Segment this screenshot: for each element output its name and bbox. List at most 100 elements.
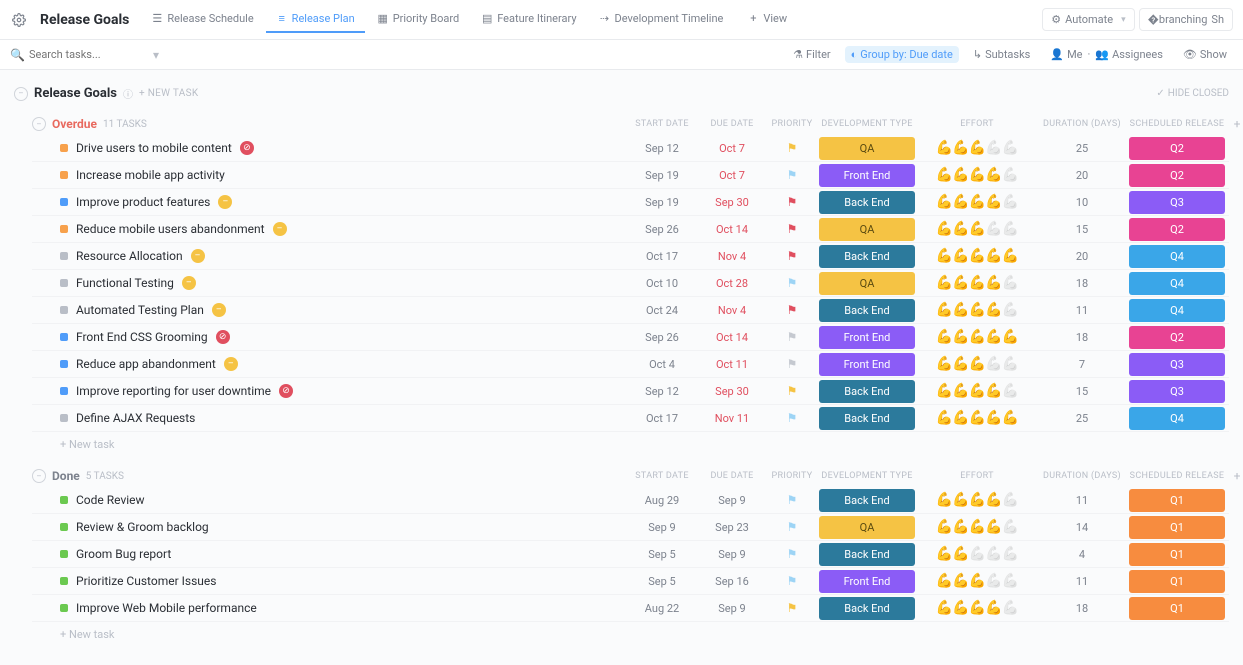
dev-type-badge[interactable]: Front End (819, 326, 915, 349)
task-name[interactable]: Improve product features (76, 195, 210, 209)
priority-flag[interactable]: ⚑ (767, 384, 817, 398)
due-date[interactable]: Nov 4 (697, 304, 767, 317)
start-date[interactable]: Oct 24 (627, 304, 697, 317)
automate-button[interactable]: ⚙Automate (1042, 8, 1134, 31)
group-name[interactable]: Overdue (52, 117, 97, 131)
priority-flag[interactable]: ⚑ (767, 141, 817, 155)
dev-type-badge[interactable]: QA (819, 137, 915, 160)
settings-icon[interactable] (10, 11, 28, 29)
release-badge[interactable]: Q4 (1129, 272, 1225, 295)
tab-release-schedule[interactable]: ☰Release Schedule (141, 6, 263, 33)
table-row[interactable]: Prioritize Customer IssuesSep 5Sep 16⚑Fr… (32, 568, 1229, 595)
subtasks-button[interactable]: ↳Subtasks (967, 46, 1037, 63)
release-badge[interactable]: Q1 (1129, 516, 1225, 539)
effort-cell[interactable]: 💪💪💪💪💪 (917, 275, 1037, 291)
group-by-button[interactable]: ◐Group by: Due date (845, 46, 959, 63)
release-badge[interactable]: Q1 (1129, 489, 1225, 512)
start-date[interactable]: Sep 12 (627, 385, 697, 398)
release-badge[interactable]: Q4 (1129, 299, 1225, 322)
release-badge[interactable]: Q3 (1129, 380, 1225, 403)
dev-type-badge[interactable]: QA (819, 218, 915, 241)
dev-type-badge[interactable]: Back End (819, 543, 915, 566)
task-name[interactable]: Drive users to mobile content (76, 141, 232, 155)
start-date[interactable]: Aug 22 (627, 602, 697, 615)
start-date[interactable]: Oct 17 (627, 412, 697, 425)
release-badge[interactable]: Q2 (1129, 164, 1225, 187)
due-date[interactable]: Sep 9 (697, 494, 767, 507)
table-row[interactable]: Define AJAX RequestsOct 17Nov 11⚑Back En… (32, 405, 1229, 432)
table-row[interactable]: Increase mobile app activitySep 19Oct 7⚑… (32, 162, 1229, 189)
status-square[interactable] (60, 198, 68, 206)
duration[interactable]: 11 (1037, 304, 1127, 317)
dev-type-badge[interactable]: QA (819, 272, 915, 295)
release-badge[interactable]: Q2 (1129, 218, 1225, 241)
due-date[interactable]: Sep 9 (697, 548, 767, 561)
share-button[interactable]: �branchingSh (1139, 8, 1233, 31)
duration[interactable]: 4 (1037, 548, 1127, 561)
status-square[interactable] (60, 252, 68, 260)
release-badge[interactable]: Q3 (1129, 353, 1225, 376)
chevron-down-icon[interactable]: ▾ (153, 48, 159, 62)
dev-type-badge[interactable]: Front End (819, 164, 915, 187)
collapse-icon[interactable]: – (14, 87, 28, 101)
priority-flag[interactable]: ⚑ (767, 222, 817, 236)
effort-cell[interactable]: 💪💪💪💪💪 (917, 383, 1037, 399)
effort-cell[interactable]: 💪💪💪💪💪 (917, 519, 1037, 535)
status-square[interactable] (60, 360, 68, 368)
due-date[interactable]: Oct 14 (697, 223, 767, 236)
duration[interactable]: 25 (1037, 412, 1127, 425)
task-name[interactable]: Prioritize Customer Issues (76, 574, 216, 588)
start-date[interactable]: Aug 29 (627, 494, 697, 507)
tab-development-timeline[interactable]: ⇢Development Timeline (589, 6, 734, 33)
new-task-row[interactable]: + New task (32, 622, 1229, 641)
group-name[interactable]: Done (52, 469, 80, 483)
table-row[interactable]: Drive users to mobile content⊘Sep 12Oct … (32, 135, 1229, 162)
table-row[interactable]: Improve product features–Sep 19Sep 30⚑Ba… (32, 189, 1229, 216)
effort-cell[interactable]: 💪💪💪💪💪 (917, 221, 1037, 237)
due-date[interactable]: Sep 16 (697, 575, 767, 588)
start-date[interactable]: Sep 26 (627, 331, 697, 344)
table-row[interactable]: Improve Web Mobile performanceAug 22Sep … (32, 595, 1229, 622)
duration[interactable]: 11 (1037, 575, 1127, 588)
start-date[interactable]: Oct 4 (627, 358, 697, 371)
release-badge[interactable]: Q1 (1129, 570, 1225, 593)
table-row[interactable]: Front End CSS Grooming⊘Sep 26Oct 14⚑Fron… (32, 324, 1229, 351)
start-date[interactable]: Sep 19 (627, 169, 697, 182)
effort-cell[interactable]: 💪💪💪💪💪 (917, 329, 1037, 345)
search-input[interactable] (29, 48, 149, 61)
table-row[interactable]: Reduce mobile users abandonment–Sep 26Oc… (32, 216, 1229, 243)
effort-cell[interactable]: 💪💪💪💪💪 (917, 573, 1037, 589)
table-row[interactable]: Groom Bug reportSep 5Sep 9⚑Back End💪💪💪💪💪… (32, 541, 1229, 568)
start-date[interactable]: Sep 26 (627, 223, 697, 236)
add-column-button[interactable]: + (1227, 469, 1243, 483)
release-badge[interactable]: Q1 (1129, 597, 1225, 620)
task-name[interactable]: Code Review (76, 493, 145, 507)
task-name[interactable]: Groom Bug report (76, 547, 171, 561)
priority-flag[interactable]: ⚑ (767, 601, 817, 615)
info-icon[interactable]: ⓘ (123, 86, 133, 101)
duration[interactable]: 18 (1037, 277, 1127, 290)
start-date[interactable]: Sep 5 (627, 575, 697, 588)
show-button[interactable]: 👁Show (1177, 46, 1233, 63)
task-name[interactable]: Improve Web Mobile performance (76, 601, 257, 615)
due-date[interactable]: Nov 11 (697, 412, 767, 425)
effort-cell[interactable]: 💪💪💪💪💪 (917, 492, 1037, 508)
status-square[interactable] (60, 604, 68, 612)
due-date[interactable]: Nov 4 (697, 250, 767, 263)
effort-cell[interactable]: 💪💪💪💪💪 (917, 167, 1037, 183)
release-badge[interactable]: Q2 (1129, 137, 1225, 160)
priority-flag[interactable]: ⚑ (767, 493, 817, 507)
release-badge[interactable]: Q4 (1129, 245, 1225, 268)
priority-flag[interactable]: ⚑ (767, 520, 817, 534)
add-column-button[interactable]: + (1227, 117, 1243, 131)
dev-type-badge[interactable]: Back End (819, 191, 915, 214)
effort-cell[interactable]: 💪💪💪💪💪 (917, 248, 1037, 264)
task-name[interactable]: Review & Groom backlog (76, 520, 209, 534)
status-square[interactable] (60, 523, 68, 531)
effort-cell[interactable]: 💪💪💪💪💪 (917, 356, 1037, 372)
status-square[interactable] (60, 387, 68, 395)
effort-cell[interactable]: 💪💪💪💪💪 (917, 600, 1037, 616)
due-date[interactable]: Oct 7 (697, 142, 767, 155)
start-date[interactable]: Sep 19 (627, 196, 697, 209)
new-task-button[interactable]: + NEW TASK (139, 88, 198, 99)
